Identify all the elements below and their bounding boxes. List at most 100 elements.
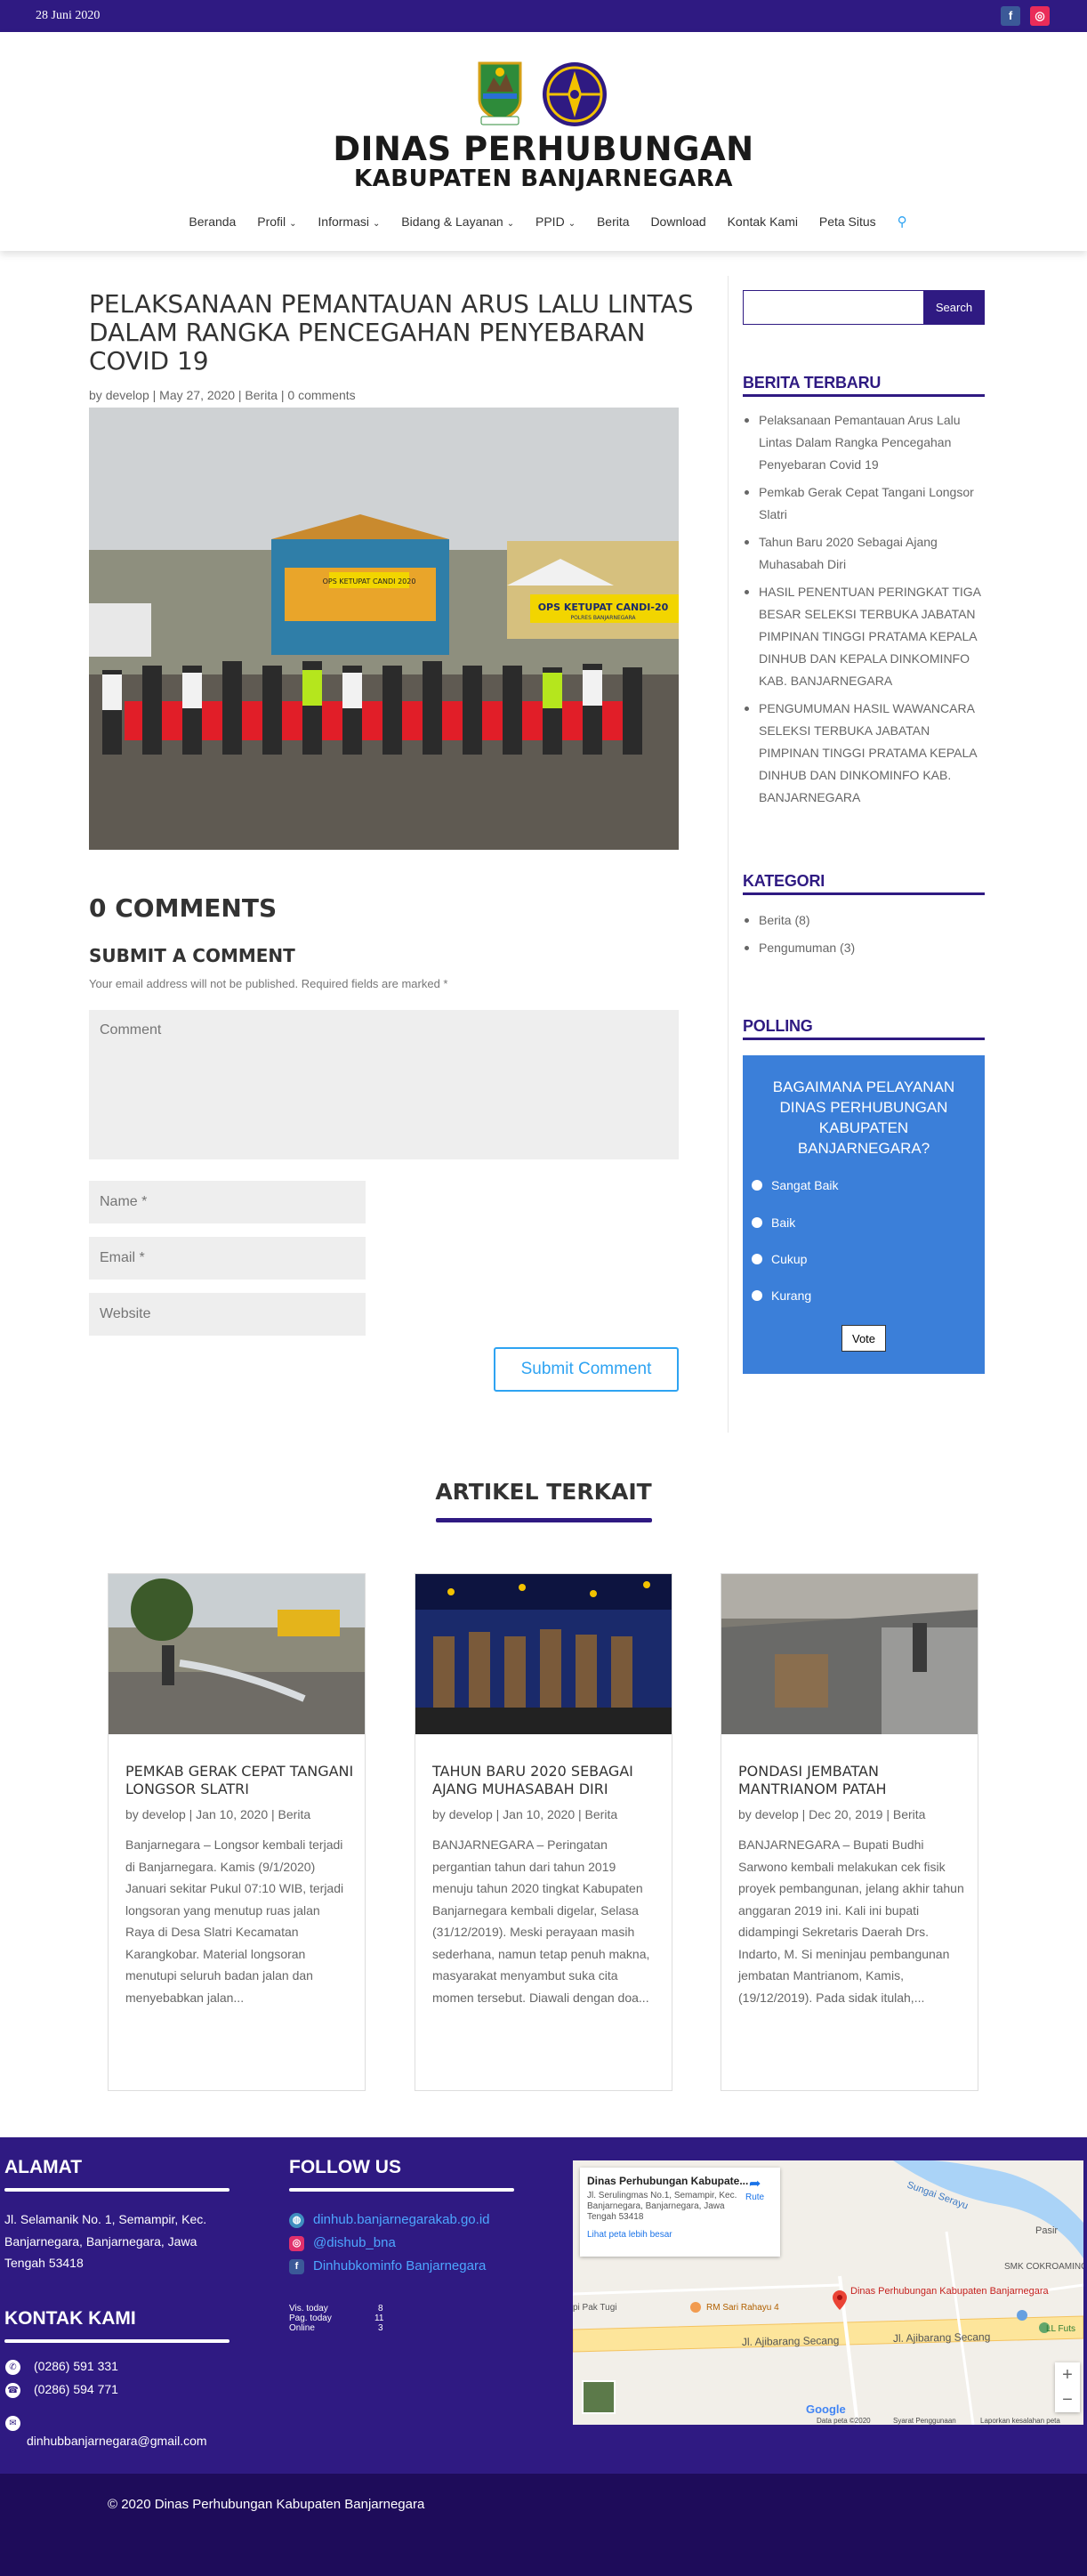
card-meta: by develop | Dec 20, 2019 | Berita (738, 1807, 926, 1821)
google-logo: Google (806, 2402, 846, 2416)
card-title[interactable]: TAHUN BARU 2020 SEBAGAI AJANG MUHASABAH … (432, 1763, 664, 1798)
embedded-map[interactable]: Dinas Perhubungan Kabupaten Banjarnegara… (573, 2160, 1083, 2425)
facebook-icon[interactable]: f (1001, 6, 1020, 26)
search-input[interactable] (743, 290, 925, 325)
radio-icon[interactable] (752, 1290, 762, 1301)
website-link[interactable]: dinhub.banjarnegarakab.go.id (313, 2212, 490, 2227)
instagram-icon[interactable]: ◎ (1030, 6, 1050, 26)
submit-comment-button[interactable]: Submit Comment (494, 1347, 679, 1392)
radio-icon[interactable] (752, 1217, 762, 1228)
banner-bottom-text: OPS KETUPAT CANDI-20 (538, 602, 669, 613)
phone-number[interactable]: (0286) 594 771 (34, 2378, 118, 2401)
category-link[interactable]: Berita (893, 1807, 926, 1821)
chevron-down-icon: ⌄ (506, 219, 515, 229)
banjarnegara-crest-logo[interactable] (474, 60, 526, 127)
nav-berita[interactable]: Berita (597, 214, 630, 229)
comments-link[interactable]: 0 comments (287, 388, 355, 402)
card-meta: by develop | Jan 10, 2020 | Berita (432, 1807, 618, 1821)
map-label: SMK COKROAMINO (1004, 2262, 1083, 2272)
card-title[interactable]: PEMKAB GERAK CEPAT TANGANI LONGSOR SLATR… (125, 1763, 357, 1798)
nav-beranda[interactable]: Beranda (189, 214, 236, 229)
facebook-icon: f (289, 2259, 304, 2274)
nav-peta-situs[interactable]: Peta Situs (819, 214, 876, 229)
recent-posts-title: BERITA TERBARU (743, 374, 985, 397)
related-card[interactable]: TAHUN BARU 2020 SEBAGAI AJANG MUHASABAH … (415, 1573, 672, 2091)
zoom-out-button[interactable]: − (1055, 2387, 1080, 2412)
category-link[interactable]: Berita (245, 388, 278, 402)
poll-option[interactable]: Cukup (752, 1252, 807, 1266)
nav-informasi[interactable]: Informasi ⌄ (318, 214, 380, 229)
route-link[interactable]: Rute (745, 2192, 764, 2202)
directions-icon[interactable]: ➦ (749, 2175, 761, 2192)
poll-option[interactable]: Kurang (752, 1288, 811, 1303)
nav-ppid[interactable]: PPID ⌄ (535, 214, 576, 229)
author-link[interactable]: develop (449, 1807, 493, 1821)
stat-label: Vis. today (289, 2304, 328, 2314)
map-report-link: Laporkan kesalahan peta (980, 2417, 1060, 2425)
author-link[interactable]: develop (142, 1807, 186, 1821)
stat-label: Online (289, 2323, 315, 2333)
map-label: pi Pak Tugi (573, 2303, 616, 2313)
comment-textarea[interactable] (89, 1010, 679, 1159)
email-field[interactable] (89, 1237, 366, 1280)
facebook-link[interactable]: Dinhubkominfo Banjarnegara (313, 2258, 486, 2273)
search-button[interactable]: Search (923, 290, 985, 325)
nav-bidang-layanan[interactable]: Bidang & Layanan ⌄ (401, 214, 514, 229)
poll-option[interactable]: Baik (752, 1215, 795, 1230)
map-road-label: Jl. Ajibarang Secang (742, 2334, 840, 2348)
address-text: Jl. Selamanik No. 1, Semampir, Kec. Banj… (4, 2212, 207, 2270)
list-item[interactable]: HASIL PENENTUAN PERINGKAT TIGA BESAR SEL… (743, 581, 985, 692)
list-item[interactable]: PENGUMUMAN HASIL WAWANCARA SELEKSI TERBU… (743, 698, 985, 809)
nav-download[interactable]: Download (650, 214, 705, 229)
satellite-toggle[interactable] (582, 2380, 616, 2414)
radio-icon[interactable] (752, 1254, 762, 1264)
list-item[interactable]: Berita (8) (743, 909, 985, 932)
bigger-map-link[interactable]: Lihat peta lebih besar (587, 2230, 773, 2240)
list-item[interactable]: Pelaksanaan Pemantauan Arus Lalu Lintas … (743, 409, 985, 476)
nav-kontak-kami[interactable]: Kontak Kami (728, 214, 798, 229)
author-link[interactable]: develop (106, 388, 149, 402)
related-card[interactable]: PEMKAB GERAK CEPAT TANGANI LONGSOR SLATR… (108, 1573, 366, 2091)
website-field[interactable] (89, 1293, 366, 1336)
address-title: ALAMAT (4, 2157, 83, 2177)
author-link[interactable]: develop (755, 1807, 799, 1821)
related-card[interactable]: PONDASI JEMBATAN MANTRIANOM PATAH by dev… (721, 1573, 978, 2091)
instagram-icon: ◎ (289, 2236, 304, 2251)
instagram-link[interactable]: @dishub_bna (313, 2235, 396, 2250)
bottom-bar: © 2020 Dinas Perhubungan Kabupaten Banja… (0, 2474, 1087, 2576)
map-place-card: Dinas Perhubungan Kabupate... Jl. Seruli… (580, 2168, 780, 2257)
dishub-logo[interactable] (541, 61, 608, 128)
card-image[interactable] (721, 1574, 978, 1734)
current-date: 28 Juni 2020 (36, 9, 101, 22)
zoom-in-button[interactable]: + (1055, 2362, 1080, 2387)
map-road-label: Jl. Ajibarang Secang (893, 2330, 991, 2345)
post-featured-image: OPS KETUPAT CANDI 2020 OPS KETUPAT CANDI… (89, 408, 679, 850)
list-item[interactable]: Pengumuman (3) (743, 937, 985, 959)
map-marker-label: Dinas Perhubungan Kabupaten Banjarnegara (850, 2286, 1049, 2297)
card-title[interactable]: PONDASI JEMBATAN MANTRIANOM PATAH (738, 1763, 970, 1798)
post-meta: by develop | May 27, 2020 | Berita | 0 c… (89, 388, 356, 402)
category-link[interactable]: Berita (278, 1807, 311, 1821)
polling-title: POLLING (743, 1017, 985, 1040)
card-image[interactable] (415, 1574, 672, 1734)
radio-icon[interactable] (752, 1180, 762, 1191)
category-link[interactable]: Berita (585, 1807, 618, 1821)
list-item[interactable]: Pemkab Gerak Cepat Tangani Longsor Slatr… (743, 481, 985, 526)
comments-count-title: 0 COMMENTS (89, 893, 278, 923)
map-place-title: Dinas Perhubungan Kabupate... (587, 2175, 749, 2187)
card-image[interactable] (109, 1574, 365, 1734)
fax-icon: ☎ (5, 2383, 20, 2398)
name-field[interactable] (89, 1181, 366, 1223)
banner-sub-text: POLRES BANJARNEGARA (570, 615, 636, 621)
vote-button[interactable]: Vote (841, 1325, 886, 1352)
poll-option[interactable]: Sangat Baik (752, 1178, 839, 1192)
copyright-text: © 2020 Dinas Perhubungan Kabupaten Banja… (108, 2497, 425, 2512)
email-address[interactable]: dinhubbanjarnegara@gmail.com (27, 2430, 207, 2452)
brand-title: DINAS PERHUBUNGAN (333, 130, 754, 168)
phone-number[interactable]: (0286) 591 331 (34, 2355, 118, 2378)
list-item[interactable]: Tahun Baru 2020 Sebagai Ajang Muhasabah … (743, 531, 985, 576)
nav-profil[interactable]: Profil ⌄ (257, 214, 296, 229)
search-icon[interactable]: ⚲ (898, 214, 907, 230)
map-terms-link: Syarat Penggunaan (893, 2417, 956, 2425)
map-label: LL Futs (1046, 2324, 1075, 2334)
